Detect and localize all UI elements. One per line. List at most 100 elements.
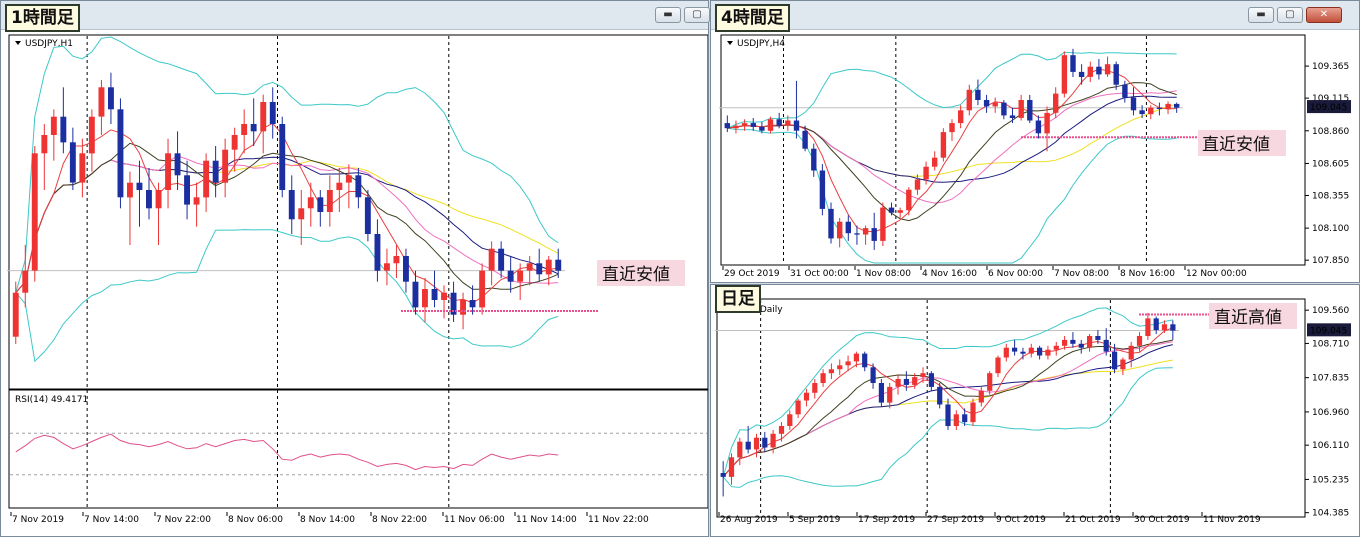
callout-text: 直近安値 <box>1202 135 1270 155</box>
candle-bull <box>741 123 748 126</box>
current-price-label: 109.045 <box>1310 103 1347 113</box>
candle-bull <box>992 102 998 107</box>
candle-bear <box>403 256 409 282</box>
candle-bear <box>374 234 381 271</box>
price-pane-frame <box>716 298 1306 518</box>
candle-bull <box>862 228 869 235</box>
candle-bull <box>778 426 785 434</box>
close-icon: ✕ <box>1319 9 1329 20</box>
candle-bear <box>962 414 968 423</box>
candle-bull <box>912 377 918 385</box>
candle-bear <box>469 300 476 308</box>
candle-bear <box>412 281 419 308</box>
candle-bull <box>880 207 886 241</box>
candle-bull <box>41 135 48 154</box>
maximize-button[interactable]: ▢ <box>684 7 710 23</box>
y-axis-ticks: 109.365109.115108.860108.605108.355108.1… <box>1305 62 1349 266</box>
candle-bull <box>1104 64 1111 75</box>
candle-bear <box>1078 343 1084 348</box>
maximize-button[interactable]: ▢ <box>1277 7 1303 23</box>
candle-bull <box>897 210 903 213</box>
candle-bull <box>1018 100 1024 118</box>
maximize-icon: ▢ <box>692 9 702 20</box>
candle-bear <box>498 248 505 271</box>
candle-bear <box>69 142 76 183</box>
candle-bull <box>384 263 390 271</box>
h4-chart-window[interactable]: 4時間足 ▬ ▢ ✕ USDJPY,H4 109.365 109.115 108.8… <box>710 0 1360 283</box>
candle-bull <box>1136 336 1143 346</box>
candle-bear <box>724 123 730 129</box>
window-titlebar[interactable] <box>1 1 708 30</box>
candle-bull <box>987 373 993 391</box>
candle-bull <box>422 289 428 308</box>
candle-bear <box>903 379 909 385</box>
candle-bear <box>888 207 895 213</box>
window-controls: ▬ ▢ ✕ <box>1248 7 1342 23</box>
h1-chart-canvas[interactable]: USDJPY,H1 RSI(14) 49.4171 7 Nov 2019 7 No… <box>1 30 708 537</box>
candle-bull <box>795 400 801 415</box>
candle-bull <box>845 361 851 366</box>
candle-bull <box>193 197 200 205</box>
candle-bull <box>767 119 774 131</box>
candle-bear <box>1027 100 1033 121</box>
candle-bear <box>536 263 543 275</box>
candle-bear <box>317 197 324 212</box>
candle-bull <box>22 270 29 293</box>
candle-bear <box>1020 351 1026 354</box>
x-tick-label: 11 Nov 22:00 <box>588 515 649 525</box>
candle-bull <box>222 149 229 183</box>
candle-bull <box>737 441 743 458</box>
candle-bear <box>776 119 782 126</box>
candle-bear <box>759 126 765 131</box>
candle-bear <box>802 130 808 149</box>
candle-bear <box>762 437 768 448</box>
candle-bull <box>728 457 735 477</box>
candle-bull <box>887 386 893 403</box>
candle-bear <box>184 175 190 205</box>
candle-bull <box>995 357 1001 374</box>
callout-text: 直近高値 <box>1214 308 1282 328</box>
candle-bear <box>288 190 295 220</box>
candle-bull <box>441 292 447 300</box>
close-button[interactable]: ✕ <box>1306 7 1342 23</box>
candle-bull <box>517 270 524 282</box>
candle-bear <box>1112 351 1118 370</box>
candle-bull <box>837 365 843 370</box>
candle-bear <box>819 170 826 209</box>
candle-bull <box>1128 345 1134 360</box>
candle-bull <box>978 390 984 403</box>
h1-chart-window[interactable]: 1時間足 ▬ ▢ USDJPY,H1 RSI(14) 49.4171 7 Nov… <box>0 0 710 537</box>
y-tick-label: 108.710 <box>1312 339 1349 349</box>
y-tick-label: 109.365 <box>1312 62 1349 72</box>
x-tick-label: 26 Aug 2019 <box>720 515 778 525</box>
x-tick-label: 30 Oct 2019 <box>1134 515 1190 525</box>
candle-bear <box>937 386 943 405</box>
x-tick-label: 8 Nov 06:00 <box>228 515 283 525</box>
candle-bear <box>364 197 371 234</box>
candle-bull <box>545 259 552 275</box>
candle-bear <box>854 233 860 235</box>
h4-chart-canvas[interactable]: USDJPY,H4 109.365109.115108.860108.60510… <box>711 30 1359 283</box>
y-tick-label: 108.605 <box>1312 159 1349 169</box>
candle-bull <box>1087 336 1093 348</box>
x-tick-label: 7 Nov 22:00 <box>156 515 211 525</box>
daily-chart-canvas[interactable]: ,Daily 109.560108.710107.835106.960106.1… <box>711 285 1359 536</box>
candle-bull <box>970 402 976 423</box>
candle-bear <box>1037 347 1043 356</box>
minimize-button[interactable]: ▬ <box>1248 7 1274 23</box>
minimize-button[interactable]: ▬ <box>655 7 681 23</box>
candle-bear <box>750 123 756 127</box>
candle-bear <box>136 182 143 190</box>
candle-bull <box>949 123 955 133</box>
rsi-label: RSI(14) 49.4171 <box>15 395 88 405</box>
candle-bull <box>50 116 57 135</box>
daily-chart-window[interactable]: ,Daily 109.560 108.710 107.835 106.960 106.1… <box>710 284 1360 537</box>
candle-bull <box>336 182 343 190</box>
candle-bear <box>1130 97 1137 111</box>
x-tick-label: 7 Nov 14:00 <box>84 515 139 525</box>
x-tick-label: 8 Nov 16:00 <box>1120 269 1175 279</box>
x-tick-label: 11 Nov 14:00 <box>516 515 577 525</box>
candle-bear <box>983 100 990 107</box>
candle-bull <box>1061 55 1068 94</box>
x-tick-label: 11 Nov 2019 <box>1203 515 1261 525</box>
